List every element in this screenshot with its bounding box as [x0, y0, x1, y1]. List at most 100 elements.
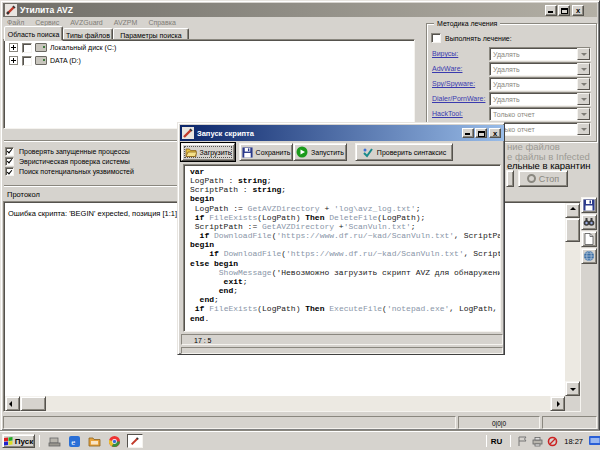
tray-flag-icon[interactable] — [517, 436, 528, 447]
treatment-action-combo[interactable]: Удалять — [489, 62, 591, 76]
stop-icon — [527, 174, 536, 183]
syntax-check-icon — [362, 147, 374, 158]
treatment-row: Spy/Spyware: Удалять — [427, 77, 598, 92]
script-dialog: Запуск скрипта x var LogPath : string; S… — [177, 122, 505, 355]
treatment-category-link[interactable]: Вирусы: — [432, 50, 458, 57]
clock: 18:27 — [564, 437, 583, 446]
start-button[interactable]: Пуск — [2, 434, 35, 448]
scan-option[interactable]: Эвристическая проверка системы — [5, 156, 134, 166]
web-button[interactable] — [581, 248, 597, 264]
treatment-action-combo[interactable]: Удалять — [489, 77, 591, 91]
scan-option-checkbox[interactable] — [5, 147, 14, 156]
script-editor[interactable]: var LogPath : string; ScriptPath : strin… — [183, 164, 501, 332]
treatment-group-title: Методика лечения — [434, 20, 500, 27]
save-log-button[interactable] — [581, 197, 597, 213]
clear-log-button[interactable] — [581, 231, 597, 247]
start-scan-button-fragment[interactable] — [506, 170, 514, 187]
treatment-category-link[interactable]: Spy/Spyware: — [432, 80, 475, 87]
treatment-action-combo[interactable]: Удалять — [489, 47, 591, 61]
treatment-category-link[interactable]: AdvWare: — [432, 65, 462, 72]
tree-checkbox[interactable] — [22, 56, 32, 66]
tree-item[interactable]: DATA (D:) — [4, 55, 414, 66]
drive-icon — [35, 56, 47, 65]
combo-dropdown-button[interactable] — [577, 63, 590, 75]
scroll-up-button[interactable] — [565, 203, 580, 218]
hscroll-thumb[interactable] — [20, 396, 46, 411]
taskbar: Пуск e RU — [0, 431, 600, 450]
binoculars-icon — [583, 216, 595, 228]
enable-treatment-row[interactable]: Выполнять лечение: — [431, 33, 512, 43]
status-panel-right — [542, 416, 597, 429]
dialog-button-open-folder[interactable]: Загрузить — [181, 143, 235, 161]
tray-keyboard-icon[interactable] — [589, 436, 600, 447]
search-area-tree[interactable]: Локальный диск (C:) DATA (D:) — [3, 39, 415, 129]
save-floppy-icon — [242, 147, 253, 158]
tray-antivirus-icon[interactable] — [547, 436, 558, 447]
dialog-statusbar2 — [181, 347, 503, 354]
windows-logo-icon — [4, 437, 13, 446]
scan-option[interactable]: Проверять запущенные процессы — [5, 146, 134, 156]
dialog-button-save-floppy[interactable]: Сохранить — [239, 143, 293, 161]
quicklaunch-ie-icon[interactable]: e — [68, 435, 81, 448]
scroll-corner — [565, 396, 580, 411]
document-icon — [583, 233, 595, 245]
status-panel-main — [3, 416, 456, 429]
combo-dropdown-button[interactable] — [577, 93, 590, 105]
desktop: Утилита AVZ x Файл Сервис AVZGuard AVZPM… — [0, 0, 600, 450]
scroll-left-button[interactable] — [5, 396, 20, 411]
quicklaunch-chrome-icon[interactable] — [108, 435, 121, 448]
tab-0[interactable]: Область поиска — [4, 26, 63, 41]
maximize-button[interactable] — [558, 5, 570, 16]
avz-app-icon — [5, 4, 17, 16]
combo-dropdown-button[interactable] — [577, 108, 590, 120]
enable-treatment-label: Выполнять лечение: — [445, 35, 512, 42]
dialog-button-run[interactable]: Запустить — [293, 143, 347, 161]
scroll-right-button[interactable] — [550, 396, 565, 411]
enable-treatment-checkbox[interactable] — [431, 33, 441, 43]
minimize-button[interactable] — [545, 5, 557, 16]
cursor-position: 17 : 5 — [194, 337, 212, 344]
vscroll-thumb[interactable] — [565, 218, 580, 242]
treatment-category-link[interactable]: Dialer/PornWare: — [432, 95, 485, 102]
treatment-row: Вирусы: Удалять — [427, 47, 598, 62]
language-indicator[interactable]: RU — [491, 437, 503, 446]
combo-dropdown-button[interactable] — [577, 123, 590, 135]
protocol-hscrollbar[interactable] — [5, 396, 565, 411]
treatment-action-combo[interactable]: Удалять — [489, 92, 591, 106]
scan-option-checkbox[interactable] — [5, 157, 14, 166]
search-log-button[interactable] — [581, 214, 597, 230]
main-titlebar[interactable]: Утилита AVZ x — [3, 3, 597, 17]
tree-checkbox[interactable] — [22, 43, 32, 53]
quicklaunch-folder-icon[interactable] — [88, 435, 101, 448]
taskbar-avz-button[interactable] — [127, 434, 143, 448]
scan-option-checkbox[interactable] — [5, 167, 14, 176]
menu-item[interactable]: Справка — [146, 18, 177, 27]
dialog-button-syntax-check[interactable]: Проверить синтаксис — [355, 143, 453, 161]
tree-expander-icon[interactable] — [9, 56, 18, 65]
tree-expander-icon[interactable] — [9, 43, 18, 52]
dialog-minimize-button[interactable] — [462, 128, 474, 138]
treatment-category-link[interactable]: HackTool: — [432, 110, 463, 117]
treatment-row: Dialer/PornWare: Удалять — [427, 92, 598, 107]
menu-item[interactable]: AVZPM — [112, 18, 140, 27]
protocol-vscrollbar[interactable] — [565, 203, 580, 396]
dialog-titlebar[interactable]: Запуск скрипта x — [180, 125, 504, 141]
treatment-action-combo[interactable]: Только отчет — [489, 107, 591, 121]
dialog-close-button[interactable]: x — [489, 128, 501, 138]
drive-icon — [35, 43, 47, 52]
dialog-maximize-button[interactable] — [475, 128, 487, 138]
tree-item-label: DATA (D:) — [50, 57, 81, 64]
tray-printer-icon[interactable] — [532, 436, 543, 447]
tree-item[interactable]: Локальный диск (C:) — [4, 42, 414, 53]
main-window-title: Утилита AVZ — [20, 5, 73, 15]
quicklaunch-desktop-icon[interactable] — [48, 435, 61, 448]
menu-item[interactable]: AVZGuard — [68, 18, 105, 27]
combo-dropdown-button[interactable] — [577, 78, 590, 90]
run-icon — [296, 146, 308, 158]
option-label-fragment: ельные в карантин — [507, 160, 591, 171]
combo-dropdown-button[interactable] — [577, 48, 590, 60]
scroll-down-button[interactable] — [565, 381, 580, 396]
close-button[interactable]: x — [572, 5, 584, 16]
stop-button[interactable]: Стоп — [518, 170, 568, 187]
scan-option[interactable]: Поиск потенциальных уязвимостей — [5, 167, 134, 177]
